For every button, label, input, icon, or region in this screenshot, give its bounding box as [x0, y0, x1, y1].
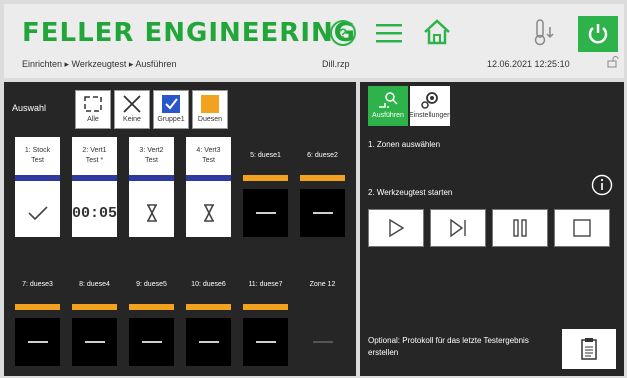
power-button[interactable]	[578, 16, 618, 52]
zone-tile-2[interactable]: 2: Vert1 Test * 00:05	[72, 137, 117, 237]
empty-status-dash	[312, 212, 333, 214]
help-icon[interactable]: ?	[328, 18, 358, 48]
zone-label: 1: Stock	[24, 147, 51, 155]
control-panel: Ausführen Einstellungen 1. Zonen auswähl…	[360, 82, 624, 376]
zone-label: 5: duese1	[250, 152, 281, 160]
zone-label: 11: duese7	[248, 281, 283, 289]
home-icon[interactable]	[420, 16, 454, 48]
checkbox-checked-icon	[162, 95, 180, 113]
step-2-label: 2. Werkzeugtest starten	[368, 188, 453, 197]
zone-tile-8[interactable]: 8: duese4	[72, 266, 117, 366]
zone-label: 3: Vert2	[139, 147, 164, 155]
gear-icon	[421, 92, 438, 109]
select-group1-button[interactable]: Gruppe1	[153, 90, 189, 129]
play-icon	[389, 218, 405, 238]
file-name: Dill.rzp	[322, 59, 350, 69]
step-forward-button[interactable]	[430, 209, 486, 247]
stop-button[interactable]	[554, 209, 610, 247]
zone-tile-6[interactable]: 6: duese2	[300, 137, 345, 237]
zone-label: 9: duese5	[136, 281, 167, 289]
empty-status-dash	[27, 341, 48, 343]
zone-label: 4: Vert3	[196, 147, 221, 155]
select-all-button[interactable]: Alle	[75, 90, 111, 129]
clipboard-icon	[581, 338, 597, 360]
zone-sublabel: Test	[202, 157, 215, 164]
play-button[interactable]	[368, 209, 424, 247]
zone-timer: 00:05	[72, 204, 118, 222]
zone-tile-9[interactable]: 9: duese5	[129, 266, 174, 366]
breadcrumb: Einrichten ▸ Werkzeugtest ▸ Ausführen	[22, 59, 177, 69]
empty-status-dash	[255, 212, 276, 214]
pause-icon	[513, 219, 527, 237]
lock-icon	[607, 56, 619, 71]
select-none-button[interactable]: Keine	[114, 90, 150, 129]
zone-tile-7[interactable]: 7: duese3	[15, 266, 60, 366]
selection-label: Auswahl	[12, 103, 47, 113]
zone-sublabel: Test	[31, 157, 44, 164]
zone-sublabel: Test	[145, 157, 158, 164]
run-zones-icon	[379, 92, 398, 108]
empty-status-dash	[198, 341, 219, 343]
zone-label: 7: duese3	[22, 281, 53, 289]
hourglass-icon	[146, 204, 157, 222]
pause-button[interactable]	[492, 209, 548, 247]
header-bar: FELLER ENGINEERING Einrichten ▸ Werkzeug…	[4, 4, 624, 78]
tab-settings[interactable]: Einstellungen	[409, 86, 451, 126]
menu-icon[interactable]	[372, 18, 406, 48]
zone-label: 2: Vert1	[82, 147, 107, 155]
create-protocol-button[interactable]	[562, 329, 616, 369]
zone-label: 10: duese6	[191, 281, 226, 289]
step-1-label: 1. Zonen auswählen	[368, 140, 441, 149]
check-icon	[27, 206, 48, 221]
stop-icon	[573, 219, 591, 237]
zone-tile-1[interactable]: 1: Stock Test	[15, 137, 60, 237]
power-icon	[588, 24, 608, 44]
zone-label: Zone 12	[309, 281, 336, 289]
empty-status-dash	[312, 341, 333, 343]
temperature-down-icon[interactable]	[530, 16, 558, 48]
svg-text:?: ?	[339, 25, 348, 41]
zone-tile-5[interactable]: 5: duese1	[243, 137, 288, 237]
zone-tile-10[interactable]: 10: duese6	[186, 266, 231, 366]
empty-status-dash	[141, 341, 162, 343]
brand-logo: FELLER ENGINEERING	[22, 18, 357, 48]
empty-status-dash	[255, 341, 276, 343]
orange-square-icon	[201, 95, 219, 113]
zone-sublabel: Test *	[85, 157, 104, 164]
select-all-icon	[84, 96, 102, 112]
step-forward-icon	[450, 218, 466, 238]
zone-label: 6: duese2	[307, 152, 338, 160]
zone-label: 8: duese4	[79, 281, 110, 289]
optional-protocol-text: Optional: Protokoll für das letzte Teste…	[368, 336, 529, 357]
empty-status-dash	[84, 341, 105, 343]
zone-tile-4[interactable]: 4: Vert3 Test	[186, 137, 231, 237]
zone-panel: Auswahl Alle Keine Gruppe1 Duesen 1: Sto…	[4, 82, 356, 376]
info-icon[interactable]	[591, 174, 613, 201]
hourglass-icon	[203, 204, 214, 222]
datetime: 12.06.2021 12:25:10	[487, 59, 570, 69]
zone-tile-11[interactable]: 11: duese7	[243, 266, 288, 366]
tab-run[interactable]: Ausführen	[368, 86, 408, 126]
select-nozzles-button[interactable]: Duesen	[192, 90, 228, 129]
zone-tile-3[interactable]: 3: Vert2 Test	[129, 137, 174, 237]
close-icon	[123, 95, 141, 113]
zone-tile-12: Zone 12	[300, 266, 345, 366]
